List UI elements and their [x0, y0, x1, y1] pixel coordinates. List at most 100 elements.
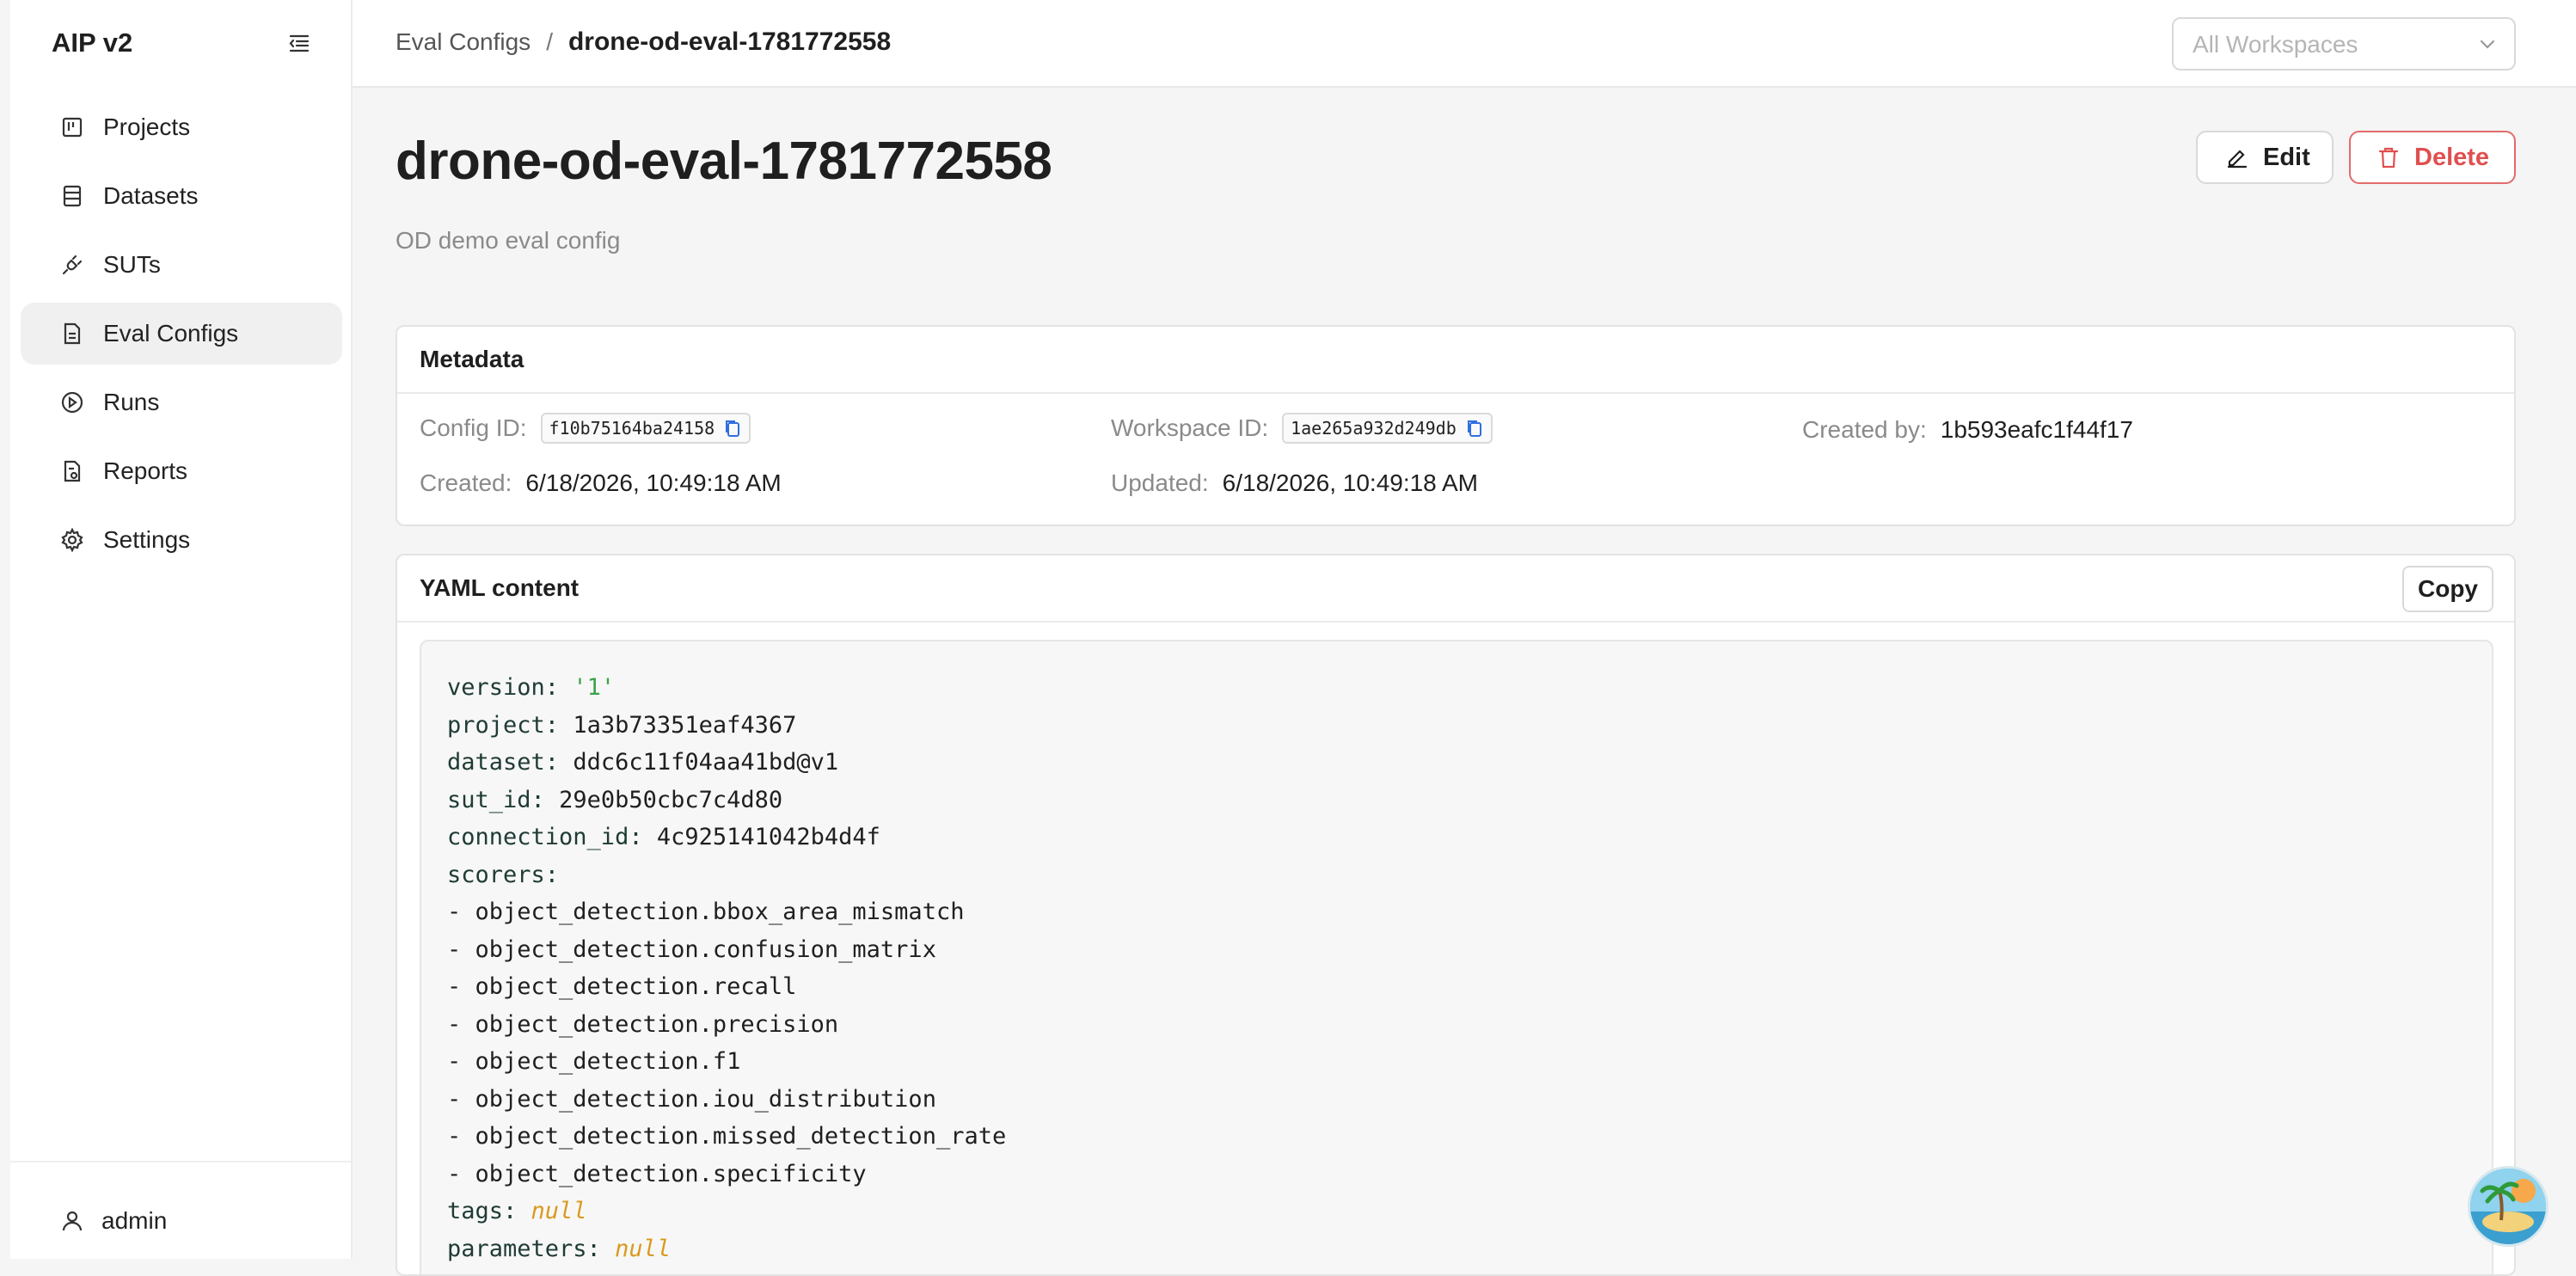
reports-icon	[64, 460, 81, 482]
pencil-icon	[2227, 150, 2248, 169]
sidebar-item-suts[interactable]: SUTs	[21, 234, 342, 296]
workspace-select[interactable]: All Workspaces	[2172, 17, 2516, 71]
yaml-value: 4c925141042b4d4f	[656, 824, 880, 850]
breadcrumb-current: drone-od-eval-1781772558	[567, 28, 892, 56]
username: admin	[101, 1207, 168, 1234]
sidebar-item-settings[interactable]: Settings	[21, 509, 342, 571]
config-id-tag: f10b75164ba24158	[540, 413, 751, 444]
yaml-list-item: object_detection.iou_distribution	[475, 1085, 936, 1113]
sidebar-item-projects[interactable]: Projects	[21, 96, 342, 158]
yaml-key: connection_id:	[447, 824, 643, 850]
config-id-value: f10b75164ba24158	[549, 418, 715, 439]
top-bar: Eval Configs / drone-od-eval-1781772558 …	[353, 0, 2576, 88]
config-id-field: Config ID: f10b75164ba24158	[420, 413, 751, 444]
yaml-card: YAML content Copy version: '1' project: …	[396, 554, 2516, 1276]
yaml-key: project:	[447, 711, 560, 739]
sidebar-item-label: Reports	[103, 457, 188, 484]
yaml-list-item: object_detection.precision	[475, 1010, 839, 1038]
edit-button-label: Edit	[2263, 143, 2310, 171]
updated-label: Updated:	[1111, 469, 1209, 496]
workspace-id-field: Workspace ID: 1ae265a932d249db	[1111, 413, 1493, 444]
delete-button[interactable]: Delete	[2349, 131, 2516, 184]
collapse-icon	[289, 34, 310, 52]
yaml-key: dataset:	[447, 749, 560, 776]
yaml-value: 1a3b73351eaf4367	[573, 711, 797, 739]
yaml-list-item: object_detection.specificity	[475, 1160, 867, 1187]
yaml-list-item: object_detection.missed_detection_rate	[475, 1123, 1007, 1150]
metadata-card-header: Metadata	[397, 327, 2514, 394]
sidebar-item-label: Datasets	[103, 182, 199, 209]
settings-icon	[61, 528, 83, 552]
yaml-key: parameters:	[447, 1235, 601, 1262]
sidebar-item-label: Runs	[103, 389, 160, 415]
metadata-title: Metadata	[420, 346, 524, 372]
user-icon	[62, 1211, 83, 1231]
yaml-key: sut_id:	[447, 786, 545, 813]
user-menu[interactable]: admin	[60, 1207, 167, 1235]
metadata-card: Metadata Config ID: f10b75164ba24158 Wor…	[396, 325, 2516, 526]
workspace-id-tag: 1ae265a932d249db	[1282, 413, 1493, 444]
sidebar-nav: Projects Datasets SUTs Eval Configs Runs…	[21, 96, 342, 578]
workspace-id-value: 1ae265a932d249db	[1291, 418, 1457, 439]
yaml-key: tags:	[447, 1198, 518, 1224]
sidebar-item-datasets[interactable]: Datasets	[21, 165, 342, 227]
created-field: Created: 6/18/2026, 10:49:18 AM	[420, 469, 782, 497]
sidebar-item-reports[interactable]: Reports	[21, 440, 342, 502]
yaml-value: null	[615, 1235, 672, 1262]
breadcrumb: Eval Configs / drone-od-eval-1781772558	[396, 28, 891, 57]
yaml-list-item: object_detection.confusion_matrix	[475, 936, 936, 963]
island-avatar-icon	[2470, 1169, 2546, 1244]
trash-icon	[2378, 147, 2399, 169]
workspace-select-placeholder: All Workspaces	[2193, 31, 2358, 58]
app-title: AIP v2	[52, 28, 133, 58]
created-by-value: 1b593eafc1f44f17	[1940, 416, 2133, 443]
sidebar-item-label: Eval Configs	[103, 320, 239, 347]
config-id-label: Config ID:	[420, 414, 527, 441]
runs-icon	[61, 391, 83, 414]
breadcrumb-separator: /	[546, 28, 553, 55]
page-description: OD demo eval config	[396, 227, 621, 254]
yaml-list-item: object_detection.recall	[475, 973, 797, 1000]
assistant-avatar-button[interactable]	[2468, 1166, 2548, 1247]
breadcrumb-parent-link[interactable]: Eval Configs	[396, 28, 531, 56]
projects-icon	[62, 117, 83, 138]
sidebar-item-label: Projects	[103, 113, 191, 140]
chevron-down-icon	[2480, 40, 2495, 49]
yaml-list-item: object_detection.f1	[475, 1048, 741, 1075]
yaml-key: scorers:	[447, 861, 560, 888]
created-label: Created:	[420, 469, 512, 496]
yaml-value: null	[531, 1198, 587, 1224]
sidebar-item-label: SUTs	[103, 251, 161, 278]
updated-field: Updated: 6/18/2026, 10:49:18 AM	[1111, 469, 1478, 497]
created-by-label: Created by:	[1802, 416, 1927, 443]
created-by-field: Created by: 1b593eafc1f44f17	[1802, 416, 2133, 444]
yaml-title: YAML content	[420, 574, 580, 601]
window-edge	[0, 0, 10, 1259]
copy-yaml-button[interactable]: Copy	[2402, 566, 2493, 612]
eval-configs-icon	[64, 322, 81, 345]
updated-value: 6/18/2026, 10:49:18 AM	[1222, 469, 1478, 496]
sidebar-footer: admin	[10, 1161, 351, 1261]
yaml-card-header: YAML content Copy	[397, 555, 2514, 623]
delete-button-label: Delete	[2414, 143, 2490, 171]
yaml-value: '1'	[573, 674, 616, 701]
sidebar-item-runs[interactable]: Runs	[21, 371, 342, 433]
yaml-code: version: '1' project: 1a3b73351eaf4367 d…	[447, 674, 1007, 1262]
yaml-list-item: object_detection.bbox_area_mismatch	[475, 899, 965, 925]
edit-button[interactable]: Edit	[2196, 131, 2334, 184]
page-title: drone-od-eval-1781772558	[396, 132, 1052, 191]
copy-icon[interactable]	[723, 418, 742, 439]
yaml-code-block: version: '1' project: 1a3b73351eaf4367 d…	[420, 640, 2493, 1274]
datasets-icon	[63, 185, 82, 207]
yaml-value: 29e0b50cbc7c4d80	[559, 786, 783, 813]
suts-icon	[62, 255, 83, 275]
copy-icon[interactable]	[1465, 418, 1484, 439]
created-value: 6/18/2026, 10:49:18 AM	[525, 469, 782, 496]
sidebar-item-eval-configs[interactable]: Eval Configs	[21, 303, 342, 365]
sidebar-item-label: Settings	[103, 526, 191, 553]
workspace-id-label: Workspace ID:	[1111, 414, 1269, 441]
collapse-sidebar-button[interactable]	[284, 28, 315, 58]
yaml-value: ddc6c11f04aa41bd@v1	[573, 749, 839, 776]
sidebar: AIP v2 Projects Datasets SUTs Eval Confi…	[10, 0, 353, 1259]
yaml-key: version:	[447, 674, 560, 701]
